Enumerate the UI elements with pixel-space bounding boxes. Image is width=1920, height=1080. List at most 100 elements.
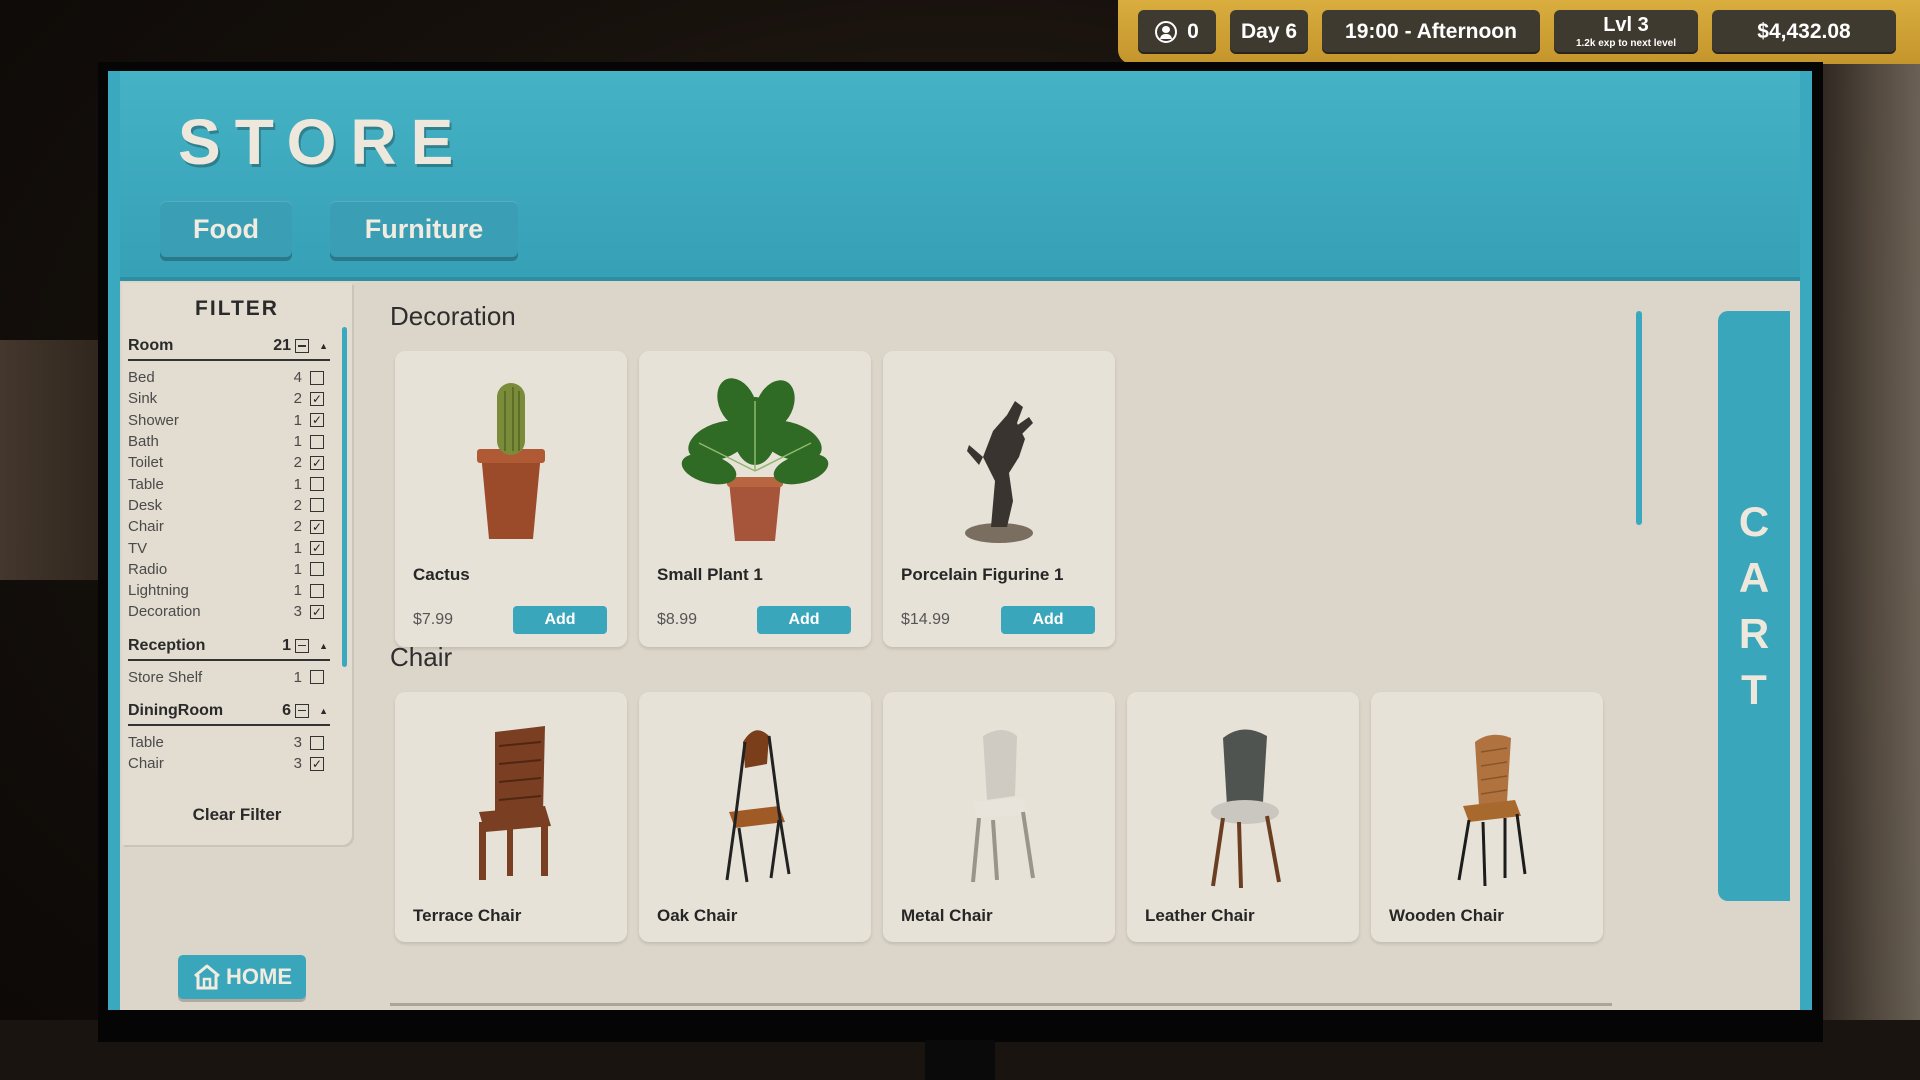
product-card[interactable]: Small Plant 1 $8.99 Add bbox=[639, 351, 871, 647]
tab-furniture[interactable]: Furniture bbox=[330, 201, 518, 257]
product-card[interactable]: Wooden Chair bbox=[1371, 692, 1603, 942]
filter-item[interactable]: Shower 1 ✓ bbox=[128, 410, 330, 431]
filter-item-label: Table bbox=[128, 734, 164, 751]
filter-item-checkbox[interactable] bbox=[310, 370, 324, 385]
wooden-chair-icon bbox=[1371, 702, 1603, 902]
monitor-stand bbox=[925, 1040, 995, 1080]
filter-scrollbar[interactable] bbox=[342, 327, 347, 667]
filter-item[interactable]: Bed 4 bbox=[128, 367, 330, 388]
filter-item-count: 2 bbox=[293, 518, 302, 536]
filter-item[interactable]: Radio 1 bbox=[128, 559, 330, 580]
filter-item[interactable]: Sink 2 ✓ bbox=[128, 388, 330, 409]
collapse-all-checkbox[interactable] bbox=[295, 339, 310, 353]
collapse-all-checkbox[interactable] bbox=[295, 638, 310, 653]
filter-item-checkbox[interactable]: ✓ bbox=[310, 413, 324, 428]
level-label: Lvl 3 bbox=[1603, 14, 1649, 36]
product-card[interactable]: Leather Chair bbox=[1127, 692, 1359, 942]
filter-item[interactable]: Store Shelf 1 bbox=[128, 667, 330, 688]
filter-item-label: Shower bbox=[128, 411, 179, 429]
filter-group-reception[interactable]: Reception 1 ▲ bbox=[128, 633, 330, 661]
filter-item[interactable]: Bath 1 bbox=[128, 431, 330, 452]
filter-item-label: Chair bbox=[128, 518, 164, 536]
filter-item-checkbox[interactable]: ✓ bbox=[310, 756, 324, 771]
section-title-chair: Chair bbox=[390, 642, 453, 672]
filter-item[interactable]: TV 1 ✓ bbox=[128, 537, 330, 558]
filter-group-name: Reception bbox=[128, 636, 206, 654]
cart-button[interactable]: CART bbox=[1718, 311, 1790, 901]
filter-item-checkbox[interactable] bbox=[310, 477, 324, 492]
filter-item-checkbox[interactable] bbox=[310, 498, 324, 513]
user-icon bbox=[1155, 21, 1178, 43]
product-list-bottom-edge bbox=[390, 1003, 1612, 1006]
day-indicator: Day 6 bbox=[1230, 10, 1308, 54]
leather-chair-icon bbox=[1211, 729, 1281, 889]
collapse-arrow-icon[interactable]: ▲ bbox=[319, 641, 328, 651]
collapse-all-checkbox[interactable] bbox=[295, 703, 310, 718]
oak-chair-icon bbox=[725, 730, 791, 883]
product-name: Metal Chair bbox=[901, 906, 993, 925]
filter-item-checkbox[interactable]: ✓ bbox=[310, 455, 324, 470]
filter-item[interactable]: Toilet 2 ✓ bbox=[128, 452, 330, 473]
product-price: $7.99 bbox=[413, 611, 454, 628]
filter-item-count: 1 bbox=[293, 475, 302, 493]
filter-item-count: 2 bbox=[293, 496, 302, 514]
level-indicator: Lvl 3 1.2k exp to next level bbox=[1554, 10, 1698, 54]
filter-item[interactable]: Chair 3 ✓ bbox=[128, 753, 330, 774]
product-name: Cactus bbox=[413, 565, 470, 584]
background-wall-right bbox=[1810, 60, 1920, 1080]
plant-icon bbox=[639, 361, 871, 561]
filter-item[interactable]: Table 3 bbox=[128, 732, 330, 753]
filter-item-label: Table bbox=[128, 475, 164, 493]
filter-item-checkbox[interactable] bbox=[310, 434, 324, 449]
filter-item-label: Desk bbox=[128, 496, 163, 514]
home-label: HOME bbox=[226, 964, 292, 989]
home-button[interactable]: HOME bbox=[178, 955, 306, 999]
filter-item-checkbox[interactable] bbox=[310, 670, 324, 685]
filter-item[interactable]: Decoration 3 ✓ bbox=[128, 601, 330, 622]
product-card[interactable]: Terrace Chair bbox=[395, 692, 627, 942]
filter-item[interactable]: Table 1 bbox=[128, 473, 330, 494]
filter-item-label: Chair bbox=[128, 755, 164, 773]
filter-group-count: 6 bbox=[282, 701, 292, 719]
add-to-cart-button[interactable]: Add bbox=[513, 606, 607, 634]
home-icon bbox=[194, 964, 220, 990]
add-to-cart-button[interactable]: Add bbox=[1001, 606, 1095, 634]
filter-item-checkbox[interactable]: ✓ bbox=[310, 519, 324, 534]
filter-item-count: 2 bbox=[293, 390, 302, 408]
filter-list[interactable]: Room 21 ▲ Bed 4 Sink 2 ✓ Shower 1 ✓ Bath 1 Toilet 2 ✓ Ta… bbox=[128, 333, 336, 775]
filter-item-count: 3 bbox=[293, 755, 302, 773]
filter-item-checkbox[interactable] bbox=[310, 583, 324, 598]
filter-item-count: 1 bbox=[293, 560, 302, 578]
filter-item-count: 1 bbox=[293, 433, 302, 451]
horse-figurine-icon bbox=[883, 361, 1115, 561]
product-name: Small Plant 1 bbox=[657, 565, 763, 584]
product-scrollbar[interactable] bbox=[1636, 311, 1642, 525]
filter-item-label: Bath bbox=[128, 433, 159, 451]
filter-item-checkbox[interactable]: ✓ bbox=[310, 391, 324, 406]
product-card[interactable]: Porcelain Figurine 1 $14.99 Add bbox=[883, 351, 1115, 647]
filter-item[interactable]: Chair 2 ✓ bbox=[128, 516, 330, 537]
top-hud-bar: 0 Day 6 19:00 - Afternoon Lvl 3 1.2k exp… bbox=[1118, 0, 1920, 64]
product-name: Porcelain Figurine 1 bbox=[901, 565, 1064, 584]
filter-group-name: Room bbox=[128, 337, 174, 354]
filter-item[interactable]: Desk 2 bbox=[128, 495, 330, 516]
tab-food[interactable]: Food bbox=[160, 201, 292, 257]
wooden-chair-icon bbox=[1457, 734, 1527, 887]
product-card[interactable]: Cactus $7.99 Add bbox=[395, 351, 627, 647]
filter-item[interactable]: Lightning 1 bbox=[128, 580, 330, 601]
filter-item-checkbox[interactable]: ✓ bbox=[310, 604, 324, 619]
product-card[interactable]: Metal Chair bbox=[883, 692, 1115, 942]
filter-group-diningroom[interactable]: DiningRoom 6 ▲ bbox=[128, 698, 330, 726]
collapse-arrow-icon[interactable]: ▲ bbox=[319, 341, 328, 351]
filter-group-room[interactable]: Room 21 ▲ bbox=[128, 333, 330, 361]
add-to-cart-button[interactable]: Add bbox=[757, 606, 851, 634]
filter-item-checkbox[interactable] bbox=[310, 562, 324, 577]
collapse-arrow-icon[interactable]: ▲ bbox=[319, 706, 328, 716]
filter-item-label: Decoration bbox=[128, 603, 201, 621]
clear-filter-button[interactable]: Clear Filter bbox=[122, 805, 352, 825]
filter-panel: FILTER Room 21 ▲ Bed 4 Sink 2 ✓ Shower 1 ✓ Bath 1 Toi… bbox=[122, 283, 352, 845]
filter-item-checkbox[interactable] bbox=[310, 735, 324, 750]
product-card[interactable]: Oak Chair bbox=[639, 692, 871, 942]
filter-item-checkbox[interactable]: ✓ bbox=[310, 541, 324, 556]
product-price: $8.99 bbox=[657, 611, 698, 628]
